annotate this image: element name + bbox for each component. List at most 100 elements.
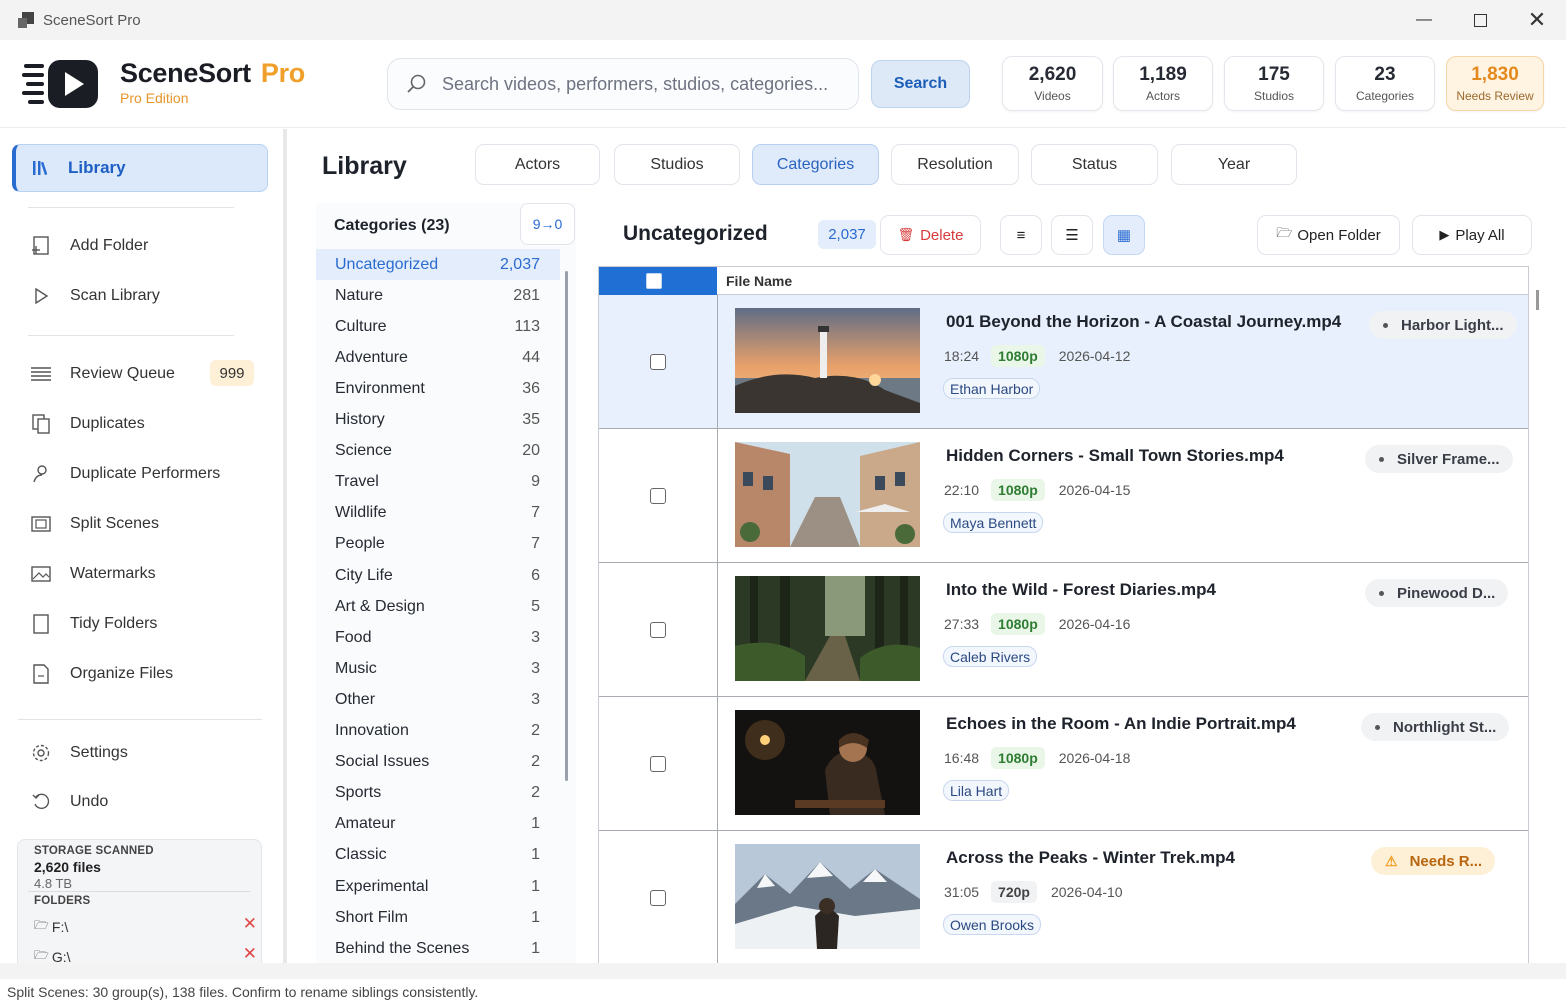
stat-actors[interactable]: 1,189 Actors bbox=[1113, 56, 1213, 111]
sidebar-item-library[interactable]: Library bbox=[12, 144, 268, 192]
close-icon[interactable]: ✕ bbox=[1509, 0, 1565, 40]
category-item[interactable]: History 35 bbox=[316, 405, 560, 436]
status-badge[interactable]: ⚠ Needs R... bbox=[1371, 847, 1496, 875]
tab-categories[interactable]: Categories bbox=[752, 144, 879, 185]
sidebar-splitter[interactable] bbox=[283, 129, 287, 964]
select-all-checkbox[interactable] bbox=[646, 273, 662, 289]
studio-badge[interactable]: Northlight St... bbox=[1361, 713, 1510, 741]
row-checkbox[interactable] bbox=[650, 622, 666, 638]
video-thumbnail[interactable] bbox=[735, 308, 920, 413]
select-all-cell[interactable] bbox=[599, 267, 717, 295]
play-all-button[interactable]: ▶ Play All bbox=[1412, 215, 1532, 255]
studio-badge[interactable]: Silver Frame... bbox=[1365, 445, 1513, 473]
video-title[interactable]: Across the Peaks - Winter Trek.mp4 bbox=[946, 848, 1235, 868]
category-item[interactable]: Sports 2 bbox=[316, 778, 560, 809]
row-checkbox[interactable] bbox=[650, 890, 666, 906]
search-button[interactable]: Search bbox=[871, 60, 970, 108]
category-item[interactable]: Adventure 44 bbox=[316, 342, 560, 373]
category-item[interactable]: Culture 113 bbox=[316, 311, 560, 342]
category-item[interactable]: Music 3 bbox=[316, 653, 560, 684]
category-item[interactable]: Art & Design 5 bbox=[316, 591, 560, 622]
actor-chip[interactable]: Ethan Harbor bbox=[943, 378, 1041, 399]
category-item[interactable]: Nature 281 bbox=[316, 280, 560, 311]
row-checkbox[interactable] bbox=[650, 488, 666, 504]
categories-scrollbar[interactable] bbox=[565, 271, 568, 781]
sidebar-item-settings[interactable]: Settings bbox=[30, 738, 128, 768]
video-thumbnail[interactable] bbox=[735, 844, 920, 949]
delete-button[interactable]: 🗑 Delete bbox=[880, 215, 981, 255]
table-row[interactable]: Into the Wild - Forest Diaries.mp4 27:33 1… bbox=[599, 563, 1528, 697]
row-checkbox[interactable] bbox=[650, 756, 666, 772]
video-title[interactable]: 001 Beyond the Horizon - A Coastal Journ… bbox=[946, 312, 1341, 332]
video-thumbnail[interactable] bbox=[735, 442, 920, 547]
tab-actors[interactable]: Actors bbox=[475, 144, 600, 185]
sidebar-item-add-folder[interactable]: Add Folder bbox=[30, 231, 148, 261]
video-thumbnail[interactable] bbox=[735, 710, 920, 815]
video-title[interactable]: Hidden Corners - Small Town Stories.mp4 bbox=[946, 446, 1284, 466]
sidebar-item-scan-library[interactable]: Scan Library bbox=[30, 281, 160, 311]
studio-badge[interactable]: Harbor Light... bbox=[1369, 311, 1517, 339]
category-item[interactable]: Classic 1 bbox=[316, 840, 560, 871]
remove-folder-icon[interactable]: ✕ bbox=[243, 944, 257, 964]
video-title[interactable]: Echoes in the Room - An Indie Portrait.m… bbox=[946, 714, 1296, 734]
category-item[interactable]: Short Film 1 bbox=[316, 902, 560, 933]
sidebar-item-split-scenes[interactable]: Split Scenes bbox=[30, 509, 159, 539]
sidebar-item-review-queue[interactable]: Review Queue bbox=[30, 359, 175, 389]
category-item[interactable]: Amateur 1 bbox=[316, 809, 560, 840]
category-item[interactable]: Behind the Scenes 1 bbox=[316, 933, 560, 964]
category-item[interactable]: Food 3 bbox=[316, 622, 560, 653]
sidebar-item-undo[interactable]: Undo bbox=[30, 787, 108, 817]
category-count: 1 bbox=[531, 815, 540, 833]
table-row[interactable]: Echoes in the Room - An Indie Portrait.m… bbox=[599, 697, 1528, 831]
sidebar-item-duplicate-performers[interactable]: Duplicate Performers bbox=[30, 459, 220, 489]
category-item[interactable]: Science 20 bbox=[316, 436, 560, 467]
category-item[interactable]: City Life 6 bbox=[316, 560, 560, 591]
category-item[interactable]: Experimental 1 bbox=[316, 871, 560, 902]
table-row[interactable]: Hidden Corners - Small Town Stories.mp4 2… bbox=[599, 429, 1528, 563]
category-item[interactable]: People 7 bbox=[316, 529, 560, 560]
sidebar-item-tidy-folders[interactable]: Tidy Folders bbox=[30, 609, 157, 639]
video-thumbnail[interactable] bbox=[735, 576, 920, 681]
minimize-icon[interactable]: — bbox=[1396, 0, 1452, 40]
tab-status[interactable]: Status bbox=[1031, 144, 1158, 185]
category-item[interactable]: Travel 9 bbox=[316, 467, 560, 498]
view-list-button[interactable]: ☰ bbox=[1051, 215, 1093, 255]
actor-chip[interactable]: Caleb Rivers bbox=[943, 646, 1038, 667]
tab-resolution[interactable]: Resolution bbox=[891, 144, 1019, 185]
category-item[interactable]: Uncategorized 2,037 bbox=[316, 249, 560, 280]
video-title[interactable]: Into the Wild - Forest Diaries.mp4 bbox=[946, 580, 1216, 600]
table-row[interactable]: Across the Peaks - Winter Trek.mp4 31:05 7… bbox=[599, 831, 1528, 963]
sort-button[interactable]: 9→0 bbox=[520, 203, 575, 245]
search-box[interactable] bbox=[387, 58, 859, 110]
sidebar-item-duplicates[interactable]: Duplicates bbox=[30, 409, 145, 439]
category-item[interactable]: Wildlife 7 bbox=[316, 498, 560, 529]
studio-badge[interactable]: Pinewood D... bbox=[1365, 579, 1509, 607]
view-grid-button[interactable]: ▦ bbox=[1103, 215, 1145, 255]
folder-f[interactable]: 🗁 F:\ bbox=[34, 916, 68, 937]
row-checkbox[interactable] bbox=[650, 354, 666, 370]
open-folder-button[interactable]: 🗁 Open Folder bbox=[1257, 215, 1400, 255]
tab-studios[interactable]: Studios bbox=[614, 144, 740, 185]
category-item[interactable]: Other 3 bbox=[316, 684, 560, 715]
column-file-name[interactable]: File Name bbox=[726, 273, 792, 289]
folder-icon bbox=[30, 613, 52, 635]
stat-studios[interactable]: 175 Studios bbox=[1224, 56, 1324, 111]
table-row[interactable]: 001 Beyond the Horizon - A Coastal Journ… bbox=[599, 295, 1528, 429]
remove-folder-icon[interactable]: ✕ bbox=[243, 914, 257, 934]
actor-chip[interactable]: Owen Brooks bbox=[943, 914, 1042, 935]
actor-chip[interactable]: Lila Hart bbox=[943, 780, 1010, 801]
category-item[interactable]: Innovation 2 bbox=[316, 716, 560, 747]
sidebar-item-organize-files[interactable]: Organize Files bbox=[30, 659, 173, 689]
search-input[interactable] bbox=[442, 73, 842, 95]
tab-year[interactable]: Year bbox=[1171, 144, 1297, 185]
sidebar-item-watermarks[interactable]: Watermarks bbox=[30, 559, 156, 589]
stat-needs-review[interactable]: 1,830 Needs Review bbox=[1446, 56, 1544, 111]
stat-categories[interactable]: 23 Categories bbox=[1335, 56, 1435, 111]
table-scrollbar[interactable] bbox=[1536, 290, 1539, 310]
category-item[interactable]: Environment 36 bbox=[316, 373, 560, 404]
actor-chip[interactable]: Maya Bennett bbox=[943, 512, 1044, 533]
maximize-icon[interactable] bbox=[1452, 0, 1508, 40]
stat-videos[interactable]: 2,620 Videos bbox=[1002, 56, 1103, 111]
category-item[interactable]: Social Issues 2 bbox=[316, 747, 560, 778]
view-details-button[interactable]: ≡ bbox=[1000, 215, 1042, 255]
